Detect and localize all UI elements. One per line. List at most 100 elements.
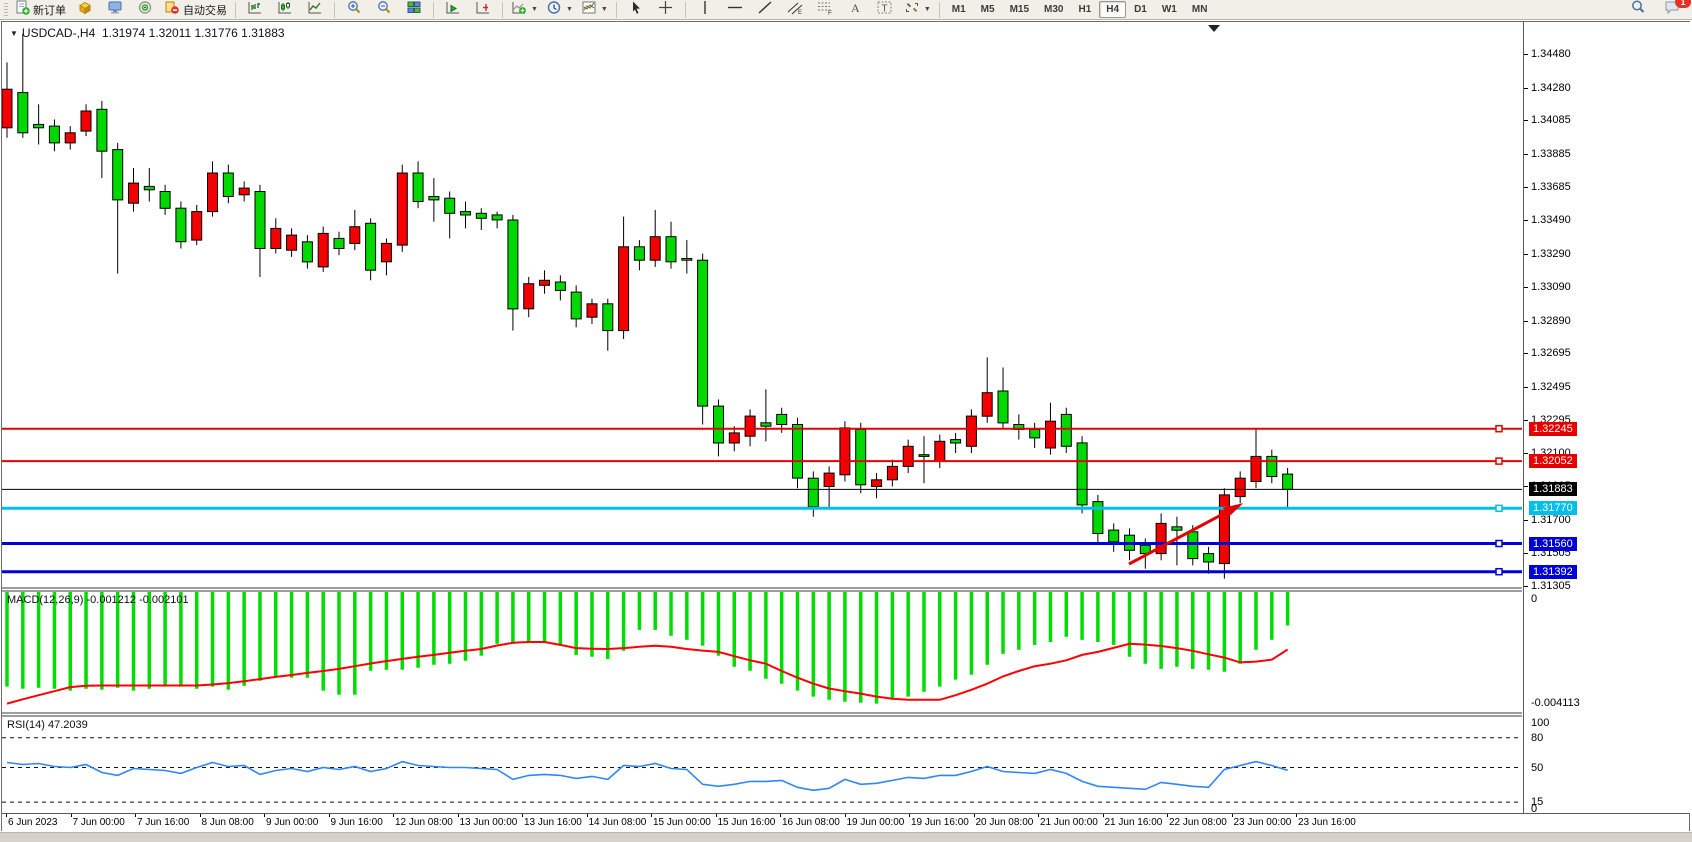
chart-window: ▼USDCAD-,H4 1.31974 1.32011 1.31776 1.31… [1,21,1690,831]
chart-shift-marker [1208,25,1220,32]
toolbar-right-tools: 1 [1624,0,1690,20]
periods-button[interactable]: ▼ [543,0,576,20]
candlestick-chart-type-button[interactable] [271,0,299,20]
time-tick-mark [6,814,7,817]
time-tick-mark [522,814,523,817]
zoom-in-button[interactable] [340,0,368,20]
fibonacci-button[interactable]: F [811,0,839,20]
chart-shift-button[interactable] [469,0,497,20]
cursor-arrow-icon [629,0,643,20]
toolbar-separator [334,2,335,18]
rsi-indicator-label: RSI(14) 47.2039 [7,719,88,731]
price-tick-mark [1524,553,1528,554]
zoom-out-button[interactable] [370,0,398,20]
toolbar-grip[interactable] [4,3,8,17]
time-tick-mark [780,814,781,817]
auto-trading-icon [164,0,180,20]
template-icon [581,0,597,20]
price-tick-label: 1.32890 [1531,315,1571,327]
chevron-down-icon: ▼ [566,6,573,13]
trendline-button[interactable] [751,0,779,20]
zoom-in-icon [346,0,362,20]
trendline-icon [757,0,773,20]
price-tick-label: 1.33490 [1531,214,1571,226]
timeframe-group: M1M5M15M30H1H4D1W1MN [945,1,1215,18]
price-tick-label: 1.34280 [1531,82,1571,94]
time-tick-label: 9 Jun 16:00 [331,817,383,828]
bar-chart-type-button[interactable] [241,0,269,20]
time-tick-label: 19 Jun 16:00 [911,817,969,828]
bar-chart-icon [247,0,263,20]
level-price-label: 1.31560 [1529,537,1577,551]
price-tick-label: 1.33090 [1531,281,1571,293]
toolbar-separator [235,2,236,18]
horizontal-line-icon [727,0,743,20]
gold-cube-button[interactable] [71,0,99,20]
notification-badge: 1 [1675,0,1691,8]
clock-icon [546,0,562,20]
text-button[interactable]: A [841,0,869,20]
vertical-line-icon [699,0,711,20]
time-tick-label: 21 Jun 00:00 [1040,817,1098,828]
price-tick-mark [1524,321,1528,322]
auto-scroll-button[interactable] [439,0,467,20]
timeframe-h4-button[interactable]: H4 [1099,1,1126,18]
arrows-button[interactable]: ▼ [901,0,934,20]
terminal-icon [107,0,123,20]
time-tick-label: 6 Jun 2023 [8,817,58,828]
time-tick-mark [1296,814,1297,817]
new-order-button[interactable]: 新订单 [12,0,69,20]
timeframe-m15-button[interactable]: M15 [1003,1,1036,18]
price-tick-mark [1524,486,1528,487]
tile-windows-button[interactable] [400,0,428,20]
notifications-button[interactable]: 1 [1658,0,1686,20]
terminal-button[interactable] [101,0,129,20]
time-axis[interactable]: 6 Jun 20237 Jun 00:007 Jun 16:008 Jun 08… [2,813,1689,831]
text-label-button[interactable]: T [871,0,899,20]
timeframe-h1-button[interactable]: H1 [1071,1,1098,18]
indicators-icon [511,0,527,20]
search-button[interactable] [1624,0,1652,20]
macd-axis-zero: 0 [1531,593,1537,605]
price-tick-mark [1524,54,1528,55]
time-tick-label: 13 Jun 16:00 [524,817,582,828]
crosshair-button[interactable] [652,0,680,20]
templates-button[interactable]: ▼ [578,0,611,20]
timeframe-m1-button[interactable]: M1 [945,1,973,18]
horizontal-line-button[interactable] [721,0,749,20]
timeframe-mn-button[interactable]: MN [1185,1,1215,18]
time-tick-label: 20 Jun 08:00 [976,817,1034,828]
timeframe-d1-button[interactable]: D1 [1127,1,1154,18]
time-tick-mark [1167,814,1168,817]
line-chart-type-button[interactable] [301,0,329,20]
time-tick-mark [329,814,330,817]
price-tick-mark [1524,520,1528,521]
timeframe-m5-button[interactable]: M5 [974,1,1002,18]
chart-shift-icon [475,0,491,20]
price-tick-mark [1524,88,1528,89]
time-tick-mark [909,814,910,817]
timeframe-w1-button[interactable]: W1 [1155,1,1184,18]
level-price-label: 1.31883 [1529,482,1577,496]
price-tick-label: 1.34085 [1531,114,1571,126]
time-tick-mark [1232,814,1233,817]
auto-trading-button[interactable]: 自动交易 [161,0,230,20]
candlestick-chart-icon [277,0,293,20]
time-tick-label: 12 Jun 08:00 [395,817,453,828]
new-order-label: 新订单 [33,2,66,18]
crosshair-icon [658,0,673,20]
time-tick-label: 15 Jun 00:00 [653,817,711,828]
price-axis[interactable]: 1.344801.342801.340851.338851.336851.334… [1523,22,1690,813]
indicators-button[interactable]: ▼ [508,0,541,20]
cursor-button[interactable] [622,0,650,20]
time-tick-mark [1038,814,1039,817]
timeframe-m30-button[interactable]: M30 [1037,1,1070,18]
toolbar-separator [685,2,686,18]
equidistant-channel-button[interactable]: E [781,0,809,20]
time-tick-mark [845,814,846,817]
tile-windows-icon [406,0,422,20]
chart-canvas[interactable] [2,22,1523,813]
zoom-out-icon [376,0,392,20]
vertical-line-button[interactable] [691,0,719,20]
connection-button[interactable] [131,0,159,20]
